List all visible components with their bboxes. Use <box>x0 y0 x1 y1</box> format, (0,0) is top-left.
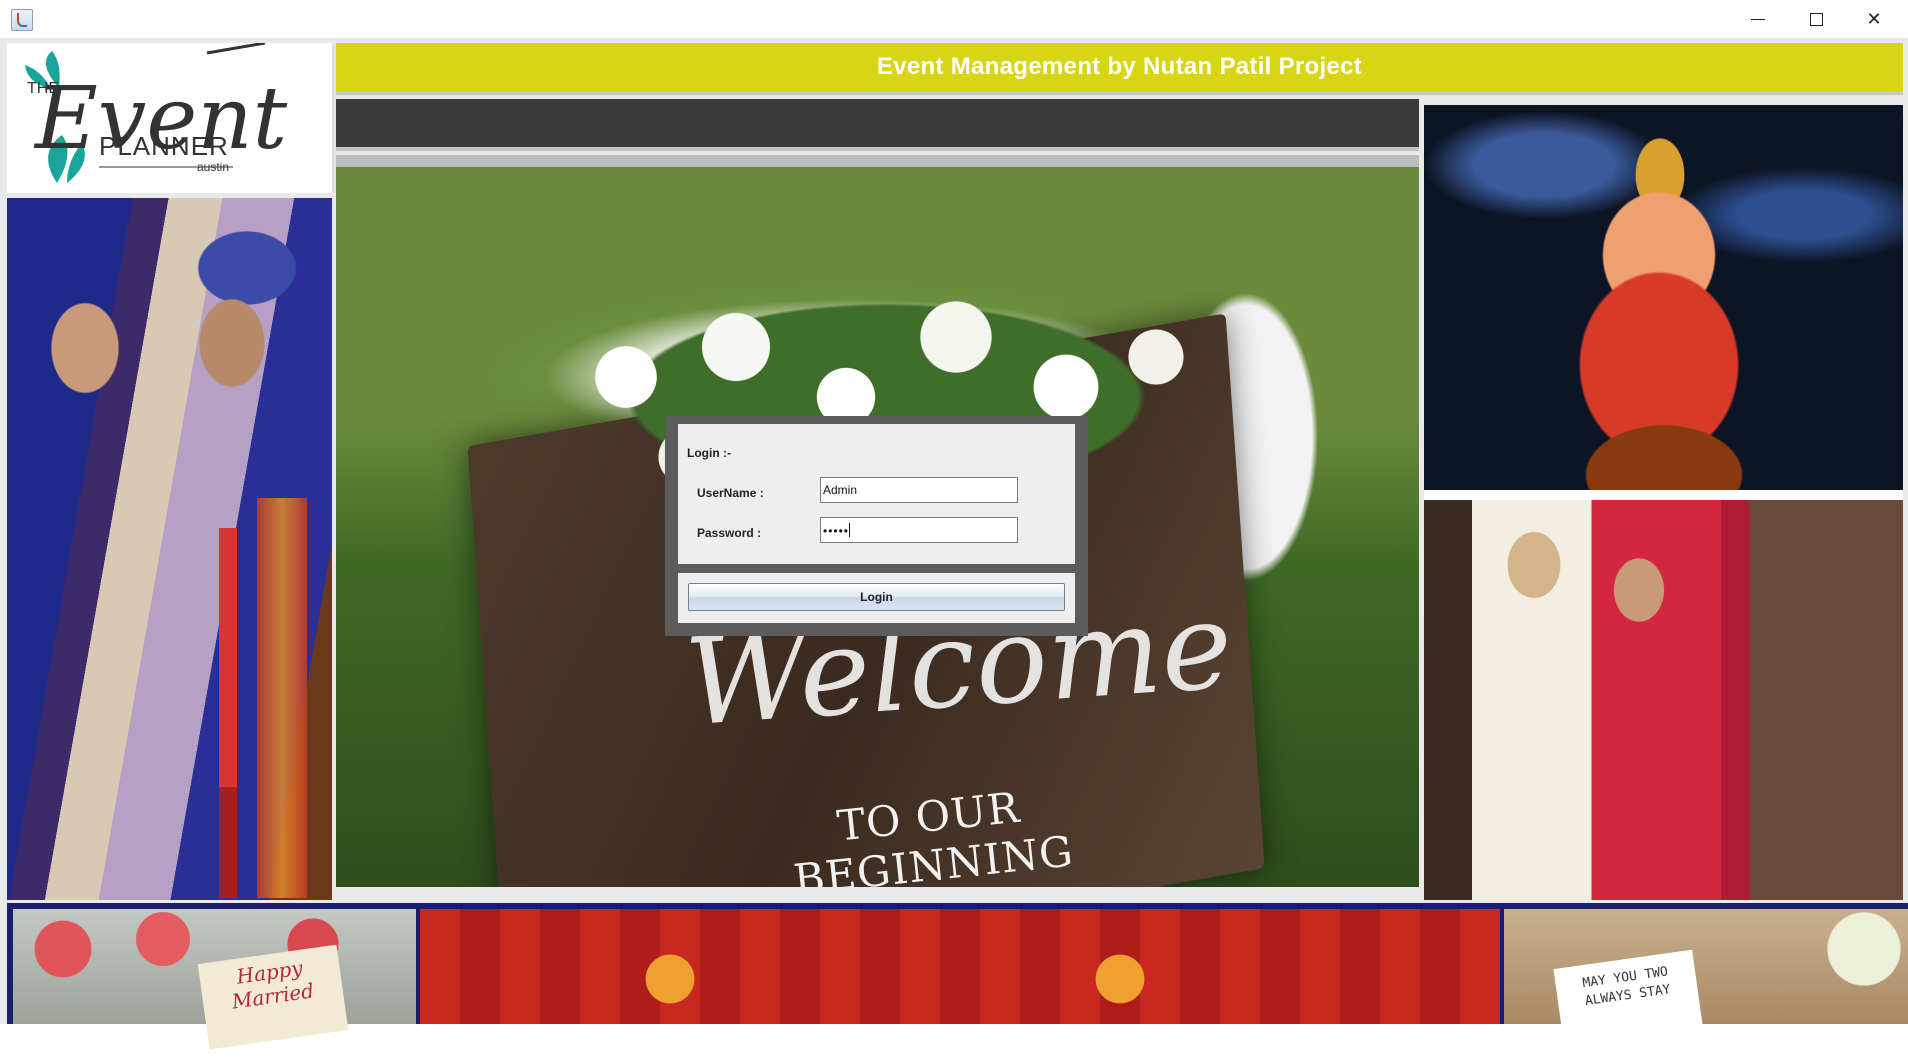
logo-planner: PLANNER <box>99 131 229 161</box>
login-form: Login :- UserName : Admin Password : •••… <box>678 424 1075 564</box>
password-label: Password : <box>697 526 762 540</box>
happy-married-tag: Happy Married <box>197 944 349 1050</box>
couple-photo-left <box>7 198 332 900</box>
login-button-panel: Login <box>678 573 1075 623</box>
maximize-button[interactable] <box>1787 0 1845 38</box>
minimize-icon <box>1751 18 1765 20</box>
ganesha-photo <box>1424 105 1903 490</box>
password-input[interactable]: ••••• <box>820 517 1018 543</box>
bottom-gallery: Happy Married MAY YOU TWO ALWAYS STAY <box>7 903 1908 1058</box>
logo-panel: THE Event PLANNER austin <box>7 43 335 193</box>
separator <box>336 155 1419 167</box>
close-icon: ✕ <box>1866 8 1882 30</box>
minimize-button[interactable] <box>1729 0 1787 38</box>
login-heading: Login :- <box>687 446 731 460</box>
roses-photo: Happy Married <box>13 909 416 1050</box>
photo-divider <box>1424 490 1903 500</box>
page-title: Event Management by Nutan Patil Project <box>876 53 1363 80</box>
logo-city: austin <box>197 160 229 174</box>
login-dialog: Login :- UserName : Admin Password : •••… <box>665 416 1088 636</box>
note-card: MAY YOU TWO ALWAYS STAY <box>1553 949 1705 1058</box>
event-planner-logo: THE Event PLANNER austin <box>25 43 288 183</box>
text-caret <box>849 523 851 537</box>
java-cup-icon <box>11 9 33 31</box>
window-titlebar: ✕ <box>0 0 1908 39</box>
menu-bar <box>336 99 1419 151</box>
header-bar: Event Management by Nutan Patil Project <box>336 43 1903 95</box>
couple-photo-right <box>1424 500 1903 900</box>
wedding-procession-art <box>420 909 1500 1024</box>
username-input[interactable]: Admin <box>820 477 1018 503</box>
note-card-photo: MAY YOU TWO ALWAYS STAY <box>1504 909 1908 1058</box>
close-button[interactable]: ✕ <box>1845 0 1903 38</box>
login-button[interactable]: Login <box>688 583 1065 611</box>
maximize-icon <box>1809 12 1823 26</box>
username-label: UserName : <box>697 486 764 500</box>
